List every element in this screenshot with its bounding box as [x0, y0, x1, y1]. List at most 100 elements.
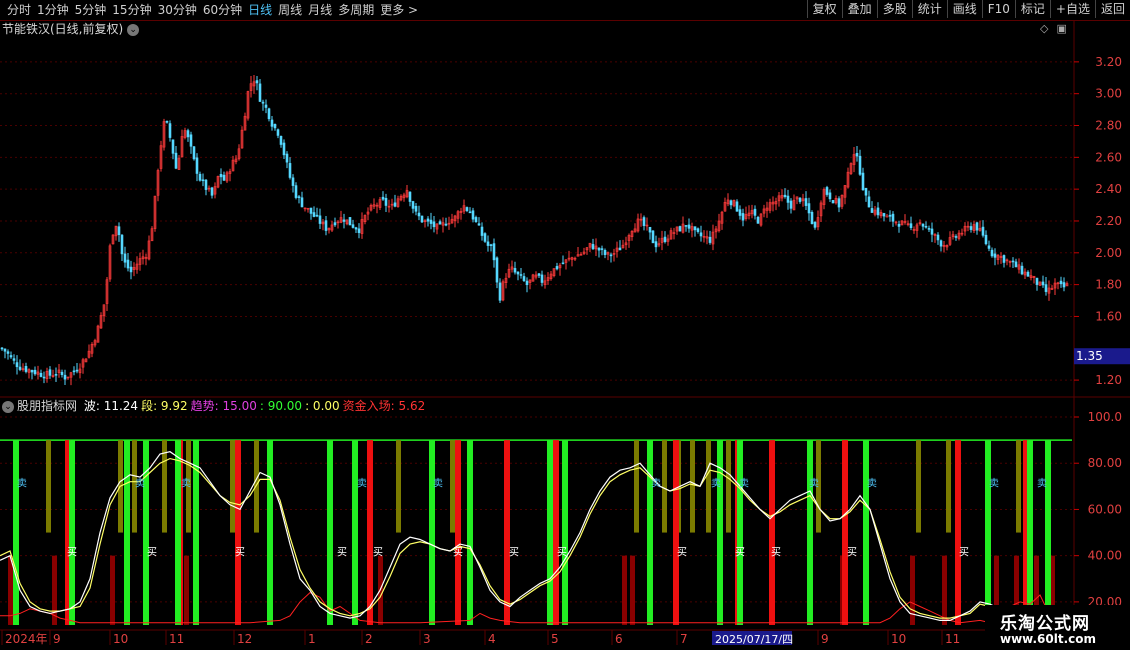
candle-body — [429, 219, 433, 224]
candle-body — [987, 245, 991, 249]
candle-body — [486, 241, 490, 246]
green-bar — [467, 440, 473, 625]
darkred-bar — [622, 555, 627, 625]
price-tick-label: 2.00 — [1095, 246, 1122, 260]
candle-body — [24, 366, 28, 372]
candle-body — [189, 134, 193, 147]
period-tab-0[interactable]: 分时 — [4, 2, 34, 18]
diamond-icon[interactable]: ◇ — [1040, 22, 1048, 35]
indicator-bars — [0, 439, 1072, 625]
period-tab-3[interactable]: 15分钟 — [109, 2, 154, 18]
fund-inflow-line — [0, 592, 1061, 624]
candle-body — [315, 214, 319, 217]
period-tab-1[interactable]: 1分钟 — [34, 2, 72, 18]
buy-signal-label: 买 — [373, 547, 383, 559]
period-tab-7[interactable]: 周线 — [275, 2, 305, 18]
candle-body — [438, 221, 442, 225]
candle-body — [63, 374, 67, 380]
red-bar — [235, 440, 241, 625]
tool-button-8[interactable]: 返回 — [1094, 0, 1130, 18]
sell-signal-label: 卖 — [433, 477, 443, 489]
candle-body — [642, 217, 646, 226]
candle-body — [603, 250, 607, 256]
candle-body — [186, 130, 190, 138]
candle-body — [798, 197, 802, 202]
period-tab-9[interactable]: 多周期 — [335, 2, 377, 18]
candle-body — [735, 201, 739, 212]
candle-body — [6, 351, 10, 354]
indicator-values: 波: 11.24 段: 9.92 趋势: 15.00: 90.00: 0.00 资金入… — [84, 399, 428, 413]
period-tab-6[interactable]: 日线 — [245, 2, 275, 18]
buy-signal-label: 买 — [771, 547, 781, 559]
darkred-bar — [184, 555, 189, 625]
period-tab-10[interactable]: 更多 > — [377, 2, 421, 18]
price-candles — [0, 75, 1069, 386]
indicator-value-2: 趋势: 15.00 — [190, 399, 257, 413]
candle-body — [174, 152, 178, 169]
candle-body — [837, 198, 841, 208]
candle-body — [477, 223, 481, 226]
candle-body — [39, 372, 43, 377]
candle-body — [513, 268, 517, 273]
candle-body — [300, 197, 304, 208]
period-tab-8[interactable]: 月线 — [305, 2, 335, 18]
period-tab-2[interactable]: 5分钟 — [72, 2, 110, 18]
buy-signal-label: 买 — [235, 547, 245, 559]
date-label: 3 — [423, 632, 431, 646]
candle-body — [1062, 282, 1066, 288]
candle-body — [222, 174, 226, 181]
tool-button-7[interactable]: +自选 — [1049, 0, 1095, 18]
candle-body — [861, 172, 865, 191]
green-bar — [429, 440, 435, 625]
candle-body — [684, 225, 688, 227]
candle-body — [474, 217, 478, 223]
tool-button-4[interactable]: 画线 — [946, 0, 982, 18]
indicator-lines — [0, 451, 1061, 624]
candle-body — [663, 236, 667, 243]
candle-body — [393, 202, 397, 207]
tool-button-0[interactable]: 复权 — [806, 0, 842, 18]
olive-bar — [254, 440, 259, 533]
candle-body — [930, 228, 934, 235]
tool-button-2[interactable]: 多股 — [876, 0, 912, 18]
candle-body — [516, 271, 520, 275]
chevron-down-icon[interactable]: ⌄ — [127, 23, 140, 36]
date-label: 2 — [365, 632, 373, 646]
candle-body — [258, 83, 262, 102]
buy-signal-label: 买 — [735, 547, 745, 559]
tool-button-1[interactable]: 叠加 — [841, 0, 877, 18]
tool-button-5[interactable]: F10 — [981, 0, 1015, 18]
candle-body — [969, 226, 973, 230]
candle-body — [540, 274, 544, 283]
candle-body — [120, 234, 124, 255]
candle-body — [990, 249, 994, 257]
green-bar — [124, 440, 130, 625]
candle-body — [738, 209, 742, 216]
price-tick-label: 3.20 — [1095, 55, 1122, 69]
candle-body — [897, 223, 901, 227]
indicator-tick-label: 40.00 — [1088, 549, 1122, 563]
buy-signal-label: 买 — [847, 547, 857, 559]
period-tab-5[interactable]: 60分钟 — [200, 2, 245, 18]
candle-body — [357, 228, 361, 233]
period-tab-4[interactable]: 30分钟 — [155, 2, 200, 18]
panel-toggle-icon[interactable]: ▣ — [1056, 22, 1066, 35]
tool-button-6[interactable]: 标记 — [1014, 0, 1050, 18]
date-label: 9 — [53, 632, 61, 646]
tool-button-3[interactable]: 统计 — [911, 0, 947, 18]
cursor-price-label: 1.35 — [1076, 349, 1103, 363]
candle-body — [318, 215, 322, 224]
darkred-bar — [8, 555, 13, 625]
candle-body — [267, 108, 271, 120]
top-toolbar: 分时 1分钟 5分钟 15分钟 30分钟 60分钟 日线 周线 月线 多周期 更多 > 复权 叠加 多股… — [0, 0, 1130, 21]
olive-bar — [690, 440, 695, 533]
candle-body — [417, 212, 421, 217]
green-bar — [69, 440, 75, 625]
chevron-down-icon[interactable]: ⌄ — [2, 400, 14, 413]
chart-canvas[interactable]: 3.20 3.00 2.80 2.60 2.40 2.20 2.00 1.80 1.60 1.20… — [0, 0, 1130, 650]
darkred-bar — [110, 555, 115, 625]
candle-body — [810, 211, 814, 224]
red-bar — [842, 440, 848, 625]
olive-bar — [450, 440, 455, 533]
sell-signal-label: 卖 — [809, 477, 819, 489]
